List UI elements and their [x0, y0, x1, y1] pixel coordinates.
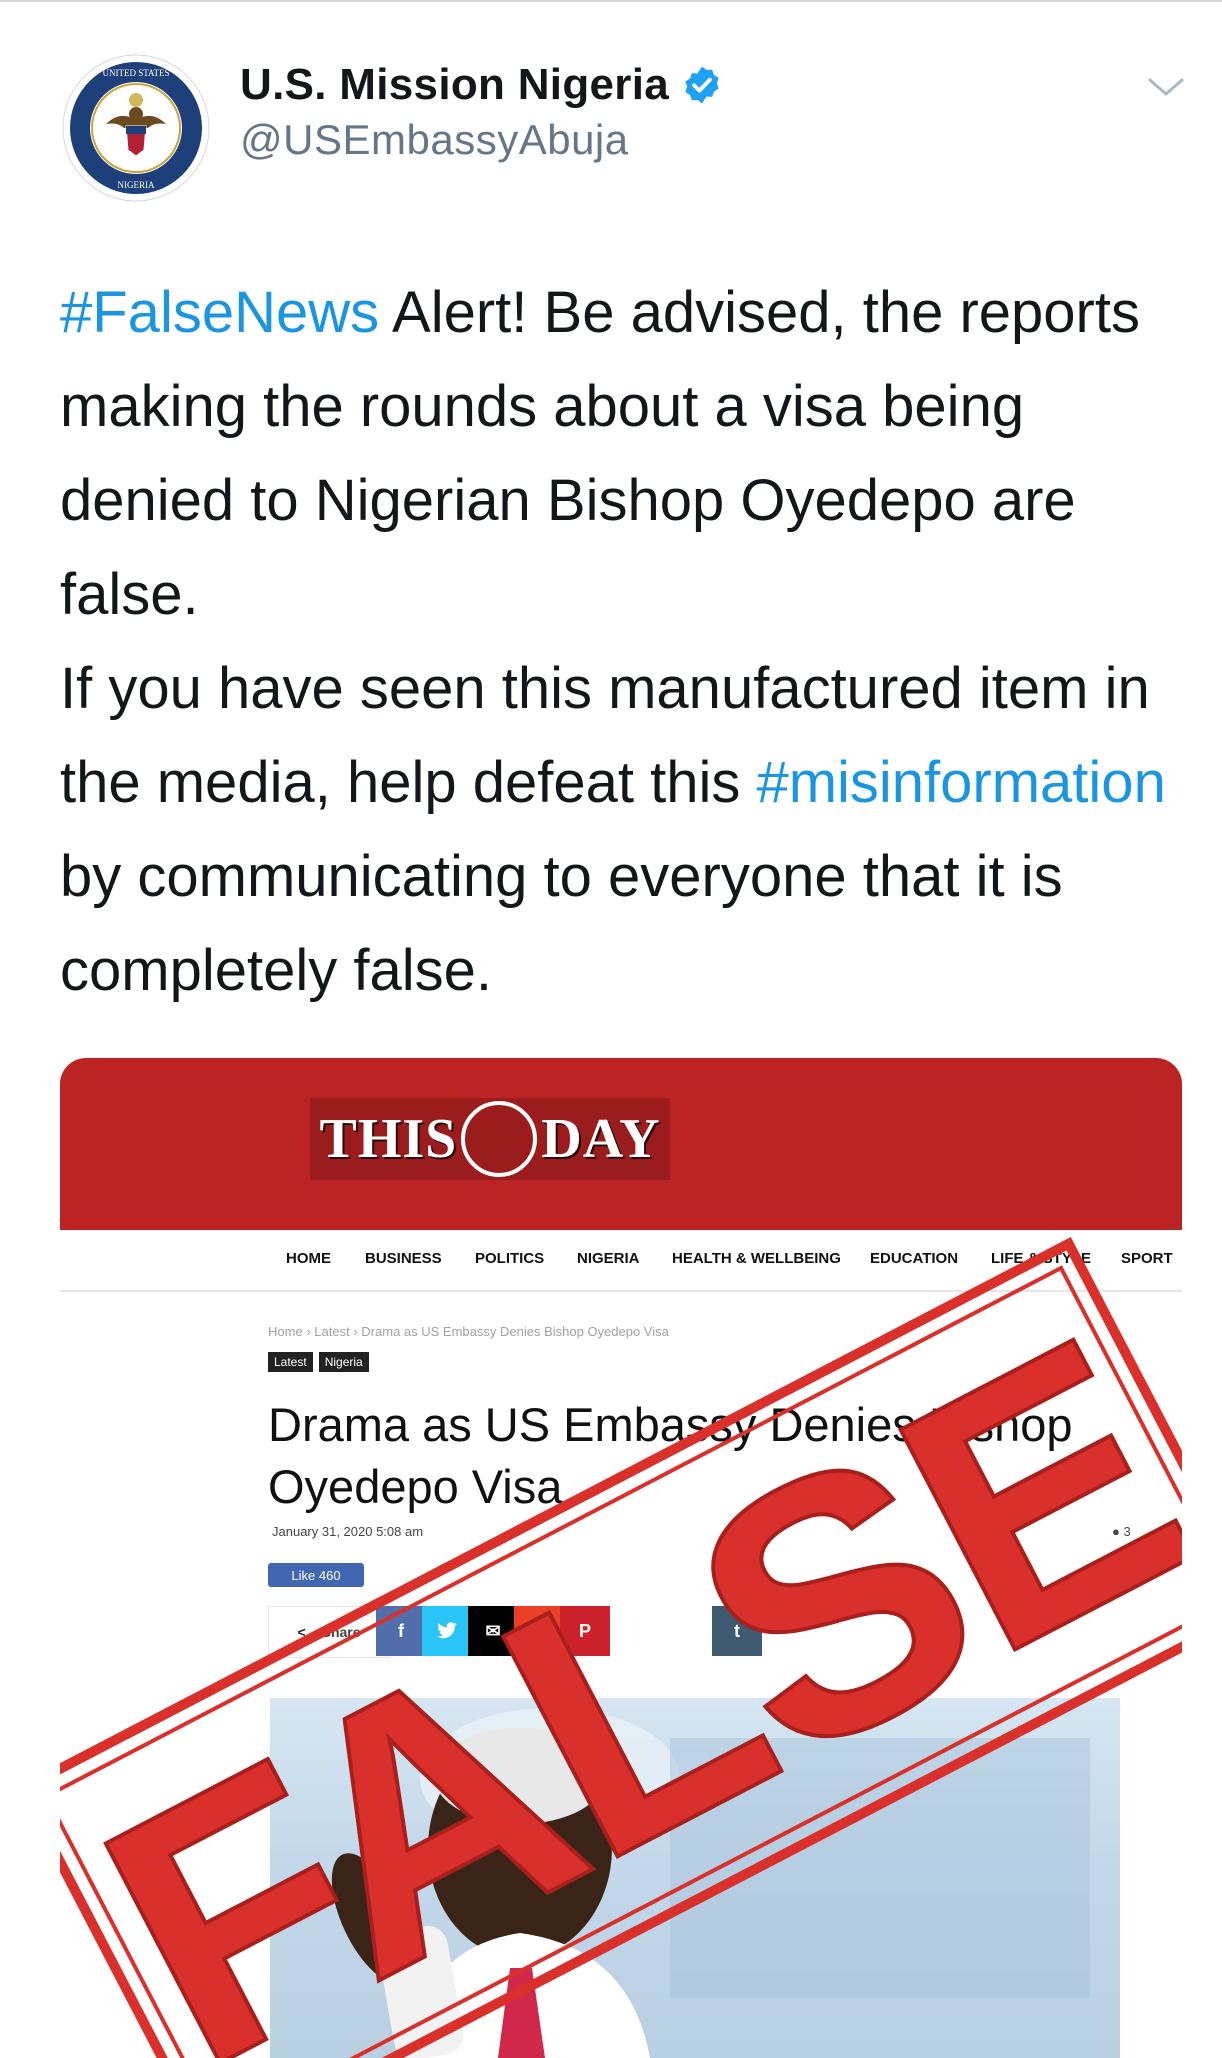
nav-nigeria: NIGERIA [577, 1250, 640, 1267]
nav-education: EDUCATION [870, 1250, 959, 1267]
share-label: Share [321, 1624, 361, 1640]
embassy-seal-icon[interactable]: UNITED STATES NIGERIA [62, 54, 210, 202]
breadcrumb-home: Home [268, 1324, 303, 1339]
account-handle[interactable]: @USEmbassyAbuja [240, 116, 629, 164]
article-headline: Drama as US Embassy Denies Bishop Oyedep… [268, 1398, 1073, 1513]
account-name-row[interactable]: U.S. Mission Nigeria [240, 60, 723, 110]
breadcrumb-current: Drama as US Embassy Denies Bishop Oyedep… [361, 1324, 669, 1339]
tweet-text-part3: by communicating to everyone that it is … [60, 844, 1063, 1003]
breadcrumb: Home › Latest › Drama as US Embassy Deni… [268, 1324, 669, 1339]
comment-count-value: 3 [1123, 1524, 1131, 1539]
like-label: Like 460 [291, 1567, 341, 1583]
pinterest-share-icon: P [560, 1606, 610, 1656]
site-nav: HOME BUSINESS POLITICS NIGERIA HEALTH & … [60, 1230, 1182, 1292]
comment-bubble-icon: ● [1112, 1524, 1124, 1539]
nav-home: HOME [286, 1250, 331, 1267]
bishop-figure-illustration [331, 1708, 1090, 2058]
attached-image[interactable]: THIS DAY HOME BUSINESS POLITICS NIGERIA … [60, 1058, 1182, 2058]
share-button: < Share [268, 1606, 390, 1658]
comment-count: ● 3 [1112, 1524, 1131, 1539]
thisday-logo: THIS DAY [310, 1098, 670, 1180]
tumblr-share-icon: t [712, 1606, 762, 1656]
hashtag-misinformation-link[interactable]: #misinformation [756, 750, 1165, 815]
thisday-emblem-icon [461, 1101, 538, 1177]
twitter-share-icon [422, 1606, 472, 1656]
google-plus-share-icon: G+ [514, 1606, 564, 1656]
nav-politics: POLITICS [475, 1250, 545, 1267]
tag-latest: Latest [268, 1352, 313, 1372]
share-arrow-icon: < [297, 1624, 306, 1640]
nav-health-wellbeing: HEALTH & WELLBEING [672, 1250, 841, 1267]
top-divider [0, 0, 1222, 2]
facebook-like-button: Like 460 [268, 1563, 364, 1587]
logo-text-right: DAY [541, 1108, 661, 1170]
breadcrumb-separator: › [306, 1324, 311, 1339]
breadcrumb-latest: Latest [314, 1324, 350, 1339]
nav-sport: SPORT [1121, 1250, 1173, 1267]
account-name[interactable]: U.S. Mission Nigeria [240, 60, 669, 110]
email-share-icon: ✉ [468, 1606, 518, 1656]
hashtag-falsenews-link[interactable]: #FalseNews [60, 280, 379, 345]
article-date: January 31, 2020 5:08 am [272, 1524, 424, 1539]
bishop-photo [270, 1698, 1120, 2058]
breadcrumb-separator: › [353, 1324, 358, 1339]
nav-business: BUSINESS [365, 1250, 442, 1267]
svg-text:UNITED STATES: UNITED STATES [102, 68, 169, 78]
tweet-text: #FalseNews Alert! Be advised, the report… [60, 266, 1180, 1018]
tag-nigeria: Nigeria [318, 1352, 369, 1372]
facebook-share-icon: f [376, 1606, 426, 1656]
category-tags: Latest Nigeria [268, 1352, 369, 1372]
chevron-down-icon[interactable] [1146, 72, 1186, 102]
logo-text-left: THIS [319, 1108, 458, 1170]
nav-life-style: LIFE & STYLE [991, 1250, 1092, 1267]
svg-text:NIGERIA: NIGERIA [118, 180, 155, 190]
thisday-masthead: THIS DAY [60, 1058, 1182, 1230]
verified-badge-icon [685, 66, 719, 104]
